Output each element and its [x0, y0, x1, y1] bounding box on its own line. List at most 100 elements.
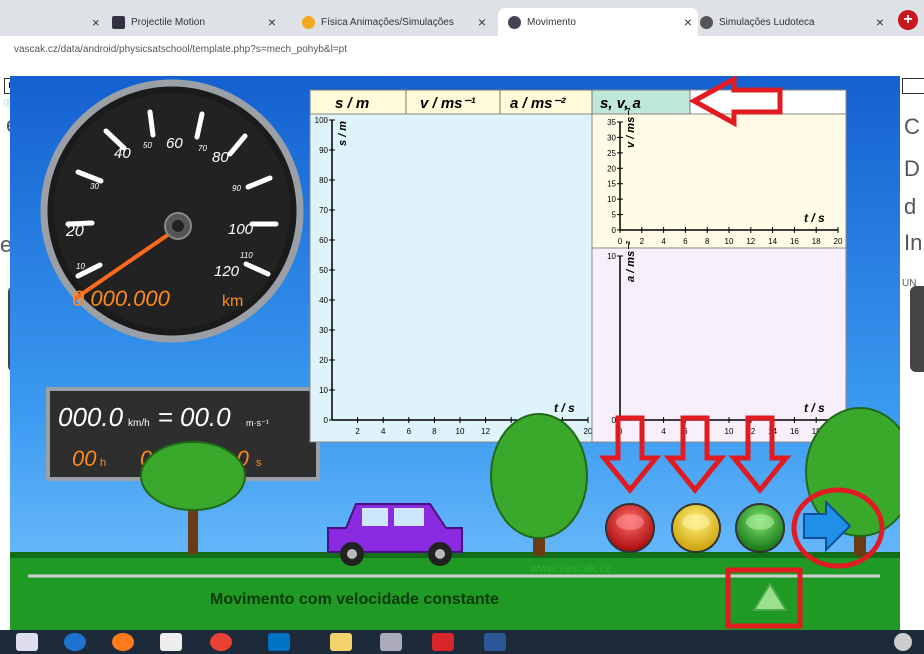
- chart-s-ytick-label: 50: [319, 266, 328, 275]
- tab-close-icon[interactable]: ×: [684, 14, 692, 30]
- green-start-button[interactable]: [735, 503, 785, 553]
- right-ad-letter: d: [904, 194, 917, 219]
- red-stop-button[interactable]: [605, 503, 655, 553]
- tab-close-icon[interactable]: ×: [268, 14, 276, 30]
- chart-v-xtick-label: 6: [683, 237, 688, 246]
- tab-v-label: v / ms⁻¹: [420, 95, 475, 112]
- chart-s-xtick-label: 2: [355, 427, 360, 436]
- chart-v-xtick-label: 0: [618, 237, 623, 246]
- chart-a-xtick-label: 10: [725, 427, 734, 436]
- chart-v-ytick-label: 5: [612, 211, 617, 220]
- url-text: vascak.cz/data/android/physicsatschool/t…: [14, 44, 347, 55]
- chart-s-xtick-label: 6: [407, 427, 412, 436]
- hours-value: 00: [72, 446, 97, 471]
- seconds-unit: s: [256, 457, 262, 469]
- tab-close-icon[interactable]: ×: [478, 14, 486, 30]
- ie-icon[interactable]: [64, 633, 86, 651]
- yellow-pause-button[interactable]: [671, 503, 721, 553]
- new-tab-button[interactable]: +: [898, 10, 918, 30]
- browser-tab-bar: × Projectile Motion × Física Animações/S…: [0, 0, 924, 36]
- svg-text:70: 70: [198, 144, 207, 153]
- chart-s-ytick-label: 0: [324, 416, 329, 425]
- chart-v-ytick-label: 15: [607, 180, 616, 189]
- taskbar: [0, 630, 924, 654]
- chart-a-ytick-label: 10: [607, 252, 616, 261]
- equals-sign: =: [158, 402, 173, 432]
- svg-text:120: 120: [214, 263, 240, 280]
- tab-fisica[interactable]: Física Animações/Simulações ×: [302, 8, 492, 36]
- chart-s-xtick-label: 4: [381, 427, 386, 436]
- help-icon[interactable]: [894, 633, 912, 651]
- acrobat-icon[interactable]: [432, 633, 454, 651]
- firefox-icon[interactable]: [112, 633, 134, 651]
- right-ad-box: [902, 78, 924, 94]
- store-icon[interactable]: [160, 633, 182, 651]
- chart-s-xlabel: t / s: [554, 401, 575, 415]
- chart-v-xtick-label: 16: [790, 237, 799, 246]
- chart-v-xtick-label: 8: [705, 237, 710, 246]
- tab-close-icon[interactable]: ×: [876, 14, 884, 30]
- chart-v-xtick-label: 10: [725, 237, 734, 246]
- right-ad-letter: C: [904, 114, 920, 139]
- fisica-favicon-icon: [302, 15, 315, 29]
- chart-a-xlabel: t / s: [804, 401, 825, 415]
- chrome-icon[interactable]: [210, 633, 232, 651]
- tab-label: Física Animações/Simulações: [321, 16, 454, 28]
- chart-s: [309, 113, 593, 443]
- chart-v-xtick-label: 12: [746, 237, 755, 246]
- tab-label: Simulações Ludoteca: [719, 16, 815, 28]
- right-ad-button[interactable]: [910, 286, 924, 372]
- ludoteca-favicon-icon: [700, 15, 713, 29]
- tab-close-0[interactable]: ×: [92, 8, 100, 36]
- word-icon[interactable]: [484, 633, 506, 651]
- chart-v-ytick-label: 30: [607, 133, 616, 142]
- notes-icon[interactable]: [330, 633, 352, 651]
- chart-v-xtick-label: 14: [768, 237, 777, 246]
- graph-panel: s / m v / ms⁻¹ a / ms⁻² s, v, a 10090807…: [309, 89, 847, 443]
- svg-text:110: 110: [240, 251, 253, 260]
- chart-v-ytick-label: 0: [612, 226, 617, 235]
- chart-a-xtick-label: 4: [661, 427, 666, 436]
- chart-v-ylabel: v / ms⁻¹: [625, 107, 637, 148]
- chart-v-ytick-label: 20: [607, 164, 616, 173]
- simulation-canvas: 20 30 40 50 60 70 80 90 100 110 120 10 0…: [10, 76, 900, 632]
- svg-text:40: 40: [114, 145, 131, 162]
- speed-ms: 00.0: [180, 402, 231, 432]
- tab-projectile-motion[interactable]: Projectile Motion ×: [112, 8, 282, 36]
- chart-s-ytick-label: 30: [319, 326, 328, 335]
- unit-kmh: km/h: [128, 418, 150, 429]
- svg-text:80: 80: [212, 149, 229, 166]
- svg-text:50: 50: [143, 141, 152, 150]
- chart-s-ylabel: s / m: [337, 121, 349, 146]
- outlook-icon[interactable]: [268, 633, 290, 651]
- page-content: ► ⓘ✕ e es: [0, 64, 924, 632]
- chart-v-ytick-label: 25: [607, 149, 616, 158]
- svg-text:90: 90: [232, 184, 241, 193]
- unit-ms: m·s⁻¹: [246, 418, 269, 428]
- right-ad: C D d In UN: [900, 64, 924, 632]
- paint-icon[interactable]: [380, 633, 402, 651]
- file-explorer-icon[interactable]: [16, 633, 38, 651]
- chart-s-ytick-label: 40: [319, 296, 328, 305]
- chart-s-ytick-label: 80: [319, 176, 328, 185]
- chart-v-xtick-label: 2: [640, 237, 645, 246]
- chart-s-xtick-label: 10: [456, 427, 465, 436]
- chart-a-xtick-label: 16: [790, 427, 799, 436]
- address-bar[interactable]: vascak.cz/data/android/physicsatschool/t…: [0, 36, 924, 65]
- chart-s-ytick-label: 60: [319, 236, 328, 245]
- svg-text:60: 60: [166, 135, 183, 152]
- odometer-value: 0 000.000: [72, 286, 171, 311]
- tab-ludoteca[interactable]: Simulações Ludoteca ×: [700, 8, 890, 36]
- chart-v-ytick-label: 35: [607, 118, 616, 127]
- chart-s-ytick-label: 70: [319, 206, 328, 215]
- chart-s-xtick-label: 12: [481, 427, 490, 436]
- chart-s-xtick-label: 8: [432, 427, 437, 436]
- chart-s-ytick-label: 20: [319, 356, 328, 365]
- watermark: www.vascak.cz: [529, 561, 611, 575]
- right-ad-letter: D: [904, 156, 920, 181]
- chart-v-xtick-label: 18: [812, 237, 821, 246]
- right-ad-letter: In: [904, 230, 923, 255]
- movimento-favicon-icon: [508, 15, 521, 29]
- tab-movimento[interactable]: Movimento ×: [498, 8, 698, 36]
- chart-v-xtick-label: 20: [834, 237, 843, 246]
